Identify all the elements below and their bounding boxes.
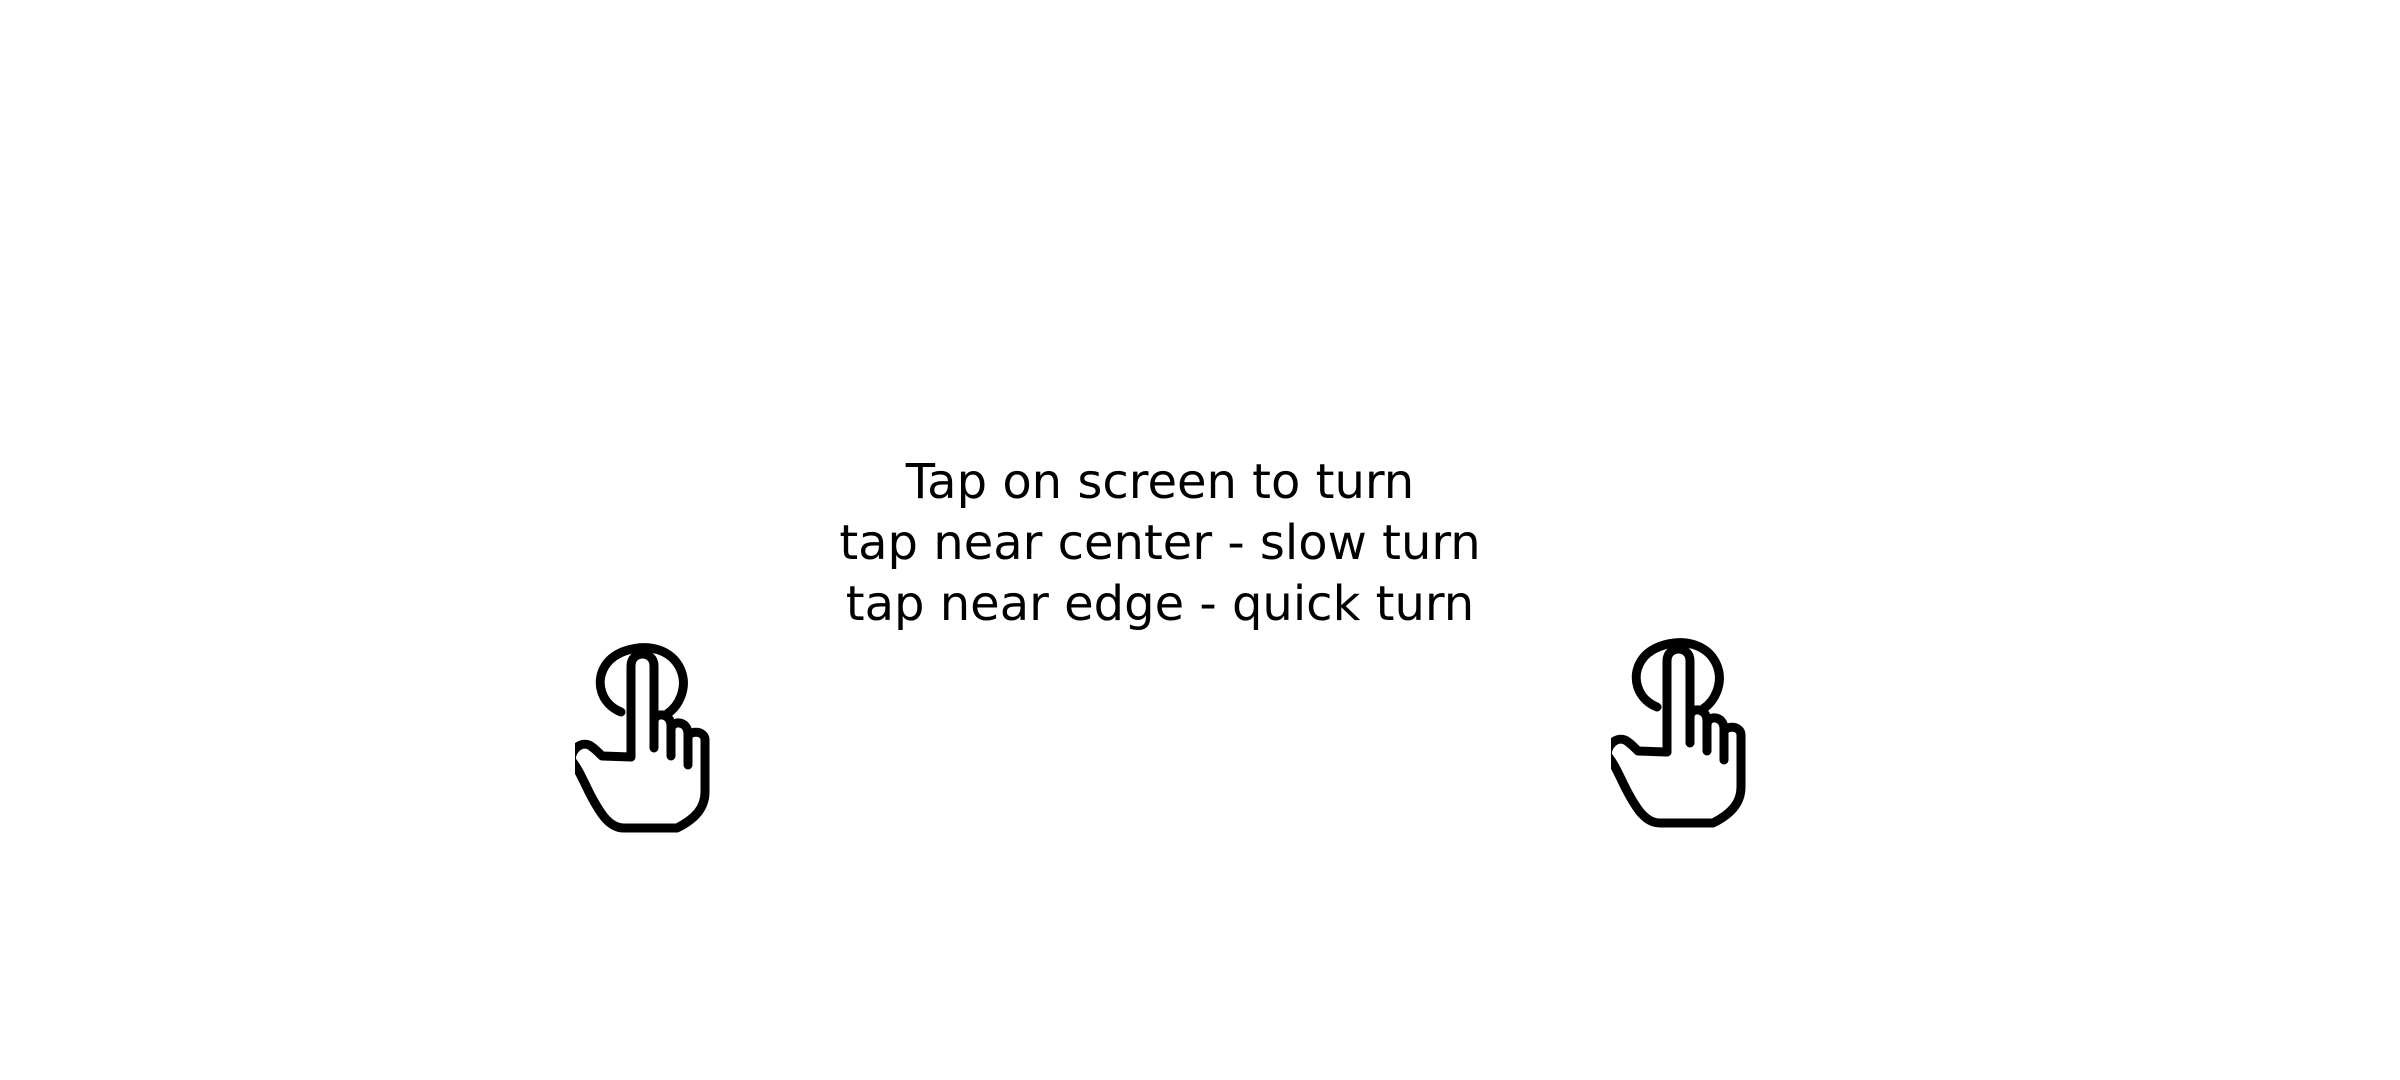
tutorial-instructions: Tap on screen to turn tap near center - … bbox=[0, 452, 2320, 635]
instruction-line-2: tap near center - slow turn bbox=[839, 515, 1481, 571]
tap-hand-icon-right bbox=[1611, 615, 1801, 845]
tap-hand-icon-left bbox=[575, 620, 765, 850]
game-screen[interactable]: Tap on screen to turn tap near center - … bbox=[0, 0, 2400, 1080]
instruction-line-1: Tap on screen to turn bbox=[905, 454, 1415, 510]
instruction-line-3: tap near edge - quick turn bbox=[845, 576, 1475, 632]
